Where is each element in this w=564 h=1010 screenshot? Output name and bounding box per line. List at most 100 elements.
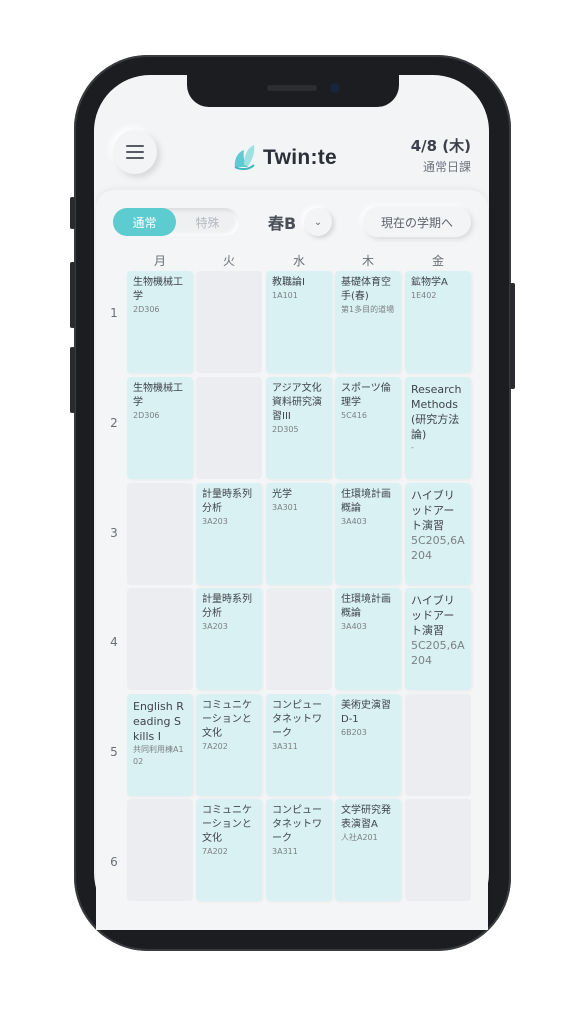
course-room: 3A403 <box>341 622 367 631</box>
hamburger-icon-line <box>126 157 144 159</box>
course-room: 6B203 <box>341 728 367 737</box>
empty-cell[interactable] <box>127 799 193 901</box>
course-name: ハイブリッドアート演習 <box>411 489 455 532</box>
hamburger-icon-line <box>126 151 144 153</box>
period-label: 5 <box>110 745 118 759</box>
empty-cell[interactable] <box>127 588 193 690</box>
course-cell[interactable]: 教職論I 1A101 <box>266 271 332 373</box>
course-name: 生物機械工学 <box>133 383 183 408</box>
course-cell[interactable]: 住環境計画概論 3A403 <box>335 483 401 585</box>
course-cell[interactable]: コミュニケーションと文化 7A202 <box>196 694 262 796</box>
menu-button[interactable] <box>113 130 157 174</box>
mode-special-option[interactable]: 特殊 <box>176 208 239 236</box>
course-name: コンピュータネットワーク <box>272 805 322 844</box>
course-cell[interactable]: コンピュータネットワーク 3A311 <box>266 694 332 796</box>
course-name: ハイブリッドアート演習 <box>411 594 455 637</box>
course-room: 1A101 <box>272 291 298 300</box>
course-cell[interactable]: 光学 3A301 <box>266 483 332 585</box>
course-cell[interactable]: 基礎体育空手(春) 第1多目的道場 <box>335 271 401 373</box>
current-term-button[interactable]: 現在の学期へ <box>363 207 471 237</box>
front-camera <box>330 83 340 93</box>
course-name: 光学 <box>272 489 292 500</box>
day-header-thu: 木 <box>361 254 374 268</box>
course-cell[interactable]: コンピュータネットワーク 3A311 <box>266 799 332 901</box>
empty-cell[interactable] <box>266 588 332 690</box>
course-cell[interactable]: 住環境計画概論 3A403 <box>335 588 401 690</box>
course-name: アジア文化資料研究演習III <box>272 383 322 422</box>
mute-switch <box>70 197 75 229</box>
course-room: 3A203 <box>202 622 228 631</box>
course-cell[interactable]: ハイブリッドアート演習 5C205,6A204 <box>405 483 471 585</box>
current-date: 4/8 (木) <box>410 137 471 155</box>
course-cell[interactable]: コミュニケーションと文化 7A202 <box>196 799 262 901</box>
course-room: 3A301 <box>272 503 298 512</box>
app-title: Twin:te <box>263 146 338 169</box>
course-room: - <box>411 443 414 452</box>
empty-cell[interactable] <box>127 483 193 585</box>
empty-cell[interactable] <box>405 799 471 901</box>
course-cell[interactable]: 計量時系列分析 3A203 <box>196 483 262 585</box>
hamburger-icon-line <box>126 145 144 147</box>
term-label: 春B <box>268 214 297 233</box>
day-header-fri: 金 <box>431 254 444 268</box>
period-label: 1 <box>110 306 118 320</box>
course-room: 3A311 <box>272 847 298 856</box>
twinte-logo-icon <box>234 145 255 171</box>
course-name: 基礎体育空手(春) <box>341 277 391 302</box>
course-name: コンピュータネットワーク <box>272 700 322 739</box>
course-cell[interactable]: Research Methods (研究方法論) - <box>405 377 471 479</box>
notch <box>187 75 399 107</box>
course-cell[interactable]: 美術史演習D-1 6B203 <box>335 694 401 796</box>
schedule-mode-toggle[interactable]: 通常 特殊 <box>113 208 239 236</box>
course-name: 教職論I <box>272 277 305 288</box>
course-name: Research Methods (研究方法論) <box>411 383 462 441</box>
course-name: English Reading Skills I <box>133 700 184 743</box>
power-button <box>510 283 515 389</box>
course-name: 鉱物学A <box>411 277 448 288</box>
course-cell[interactable]: アジア文化資料研究演習III 2D305 <box>266 377 332 479</box>
course-cell[interactable]: 生物機械工学 2D306 <box>127 377 193 479</box>
course-room: 3A203 <box>202 517 228 526</box>
volume-up-button <box>70 262 75 328</box>
empty-cell[interactable] <box>196 271 262 373</box>
day-header-tue: 火 <box>222 254 235 268</box>
course-cell[interactable]: 生物機械工学 2D306 <box>127 271 193 373</box>
course-cell[interactable]: ハイブリッドアート演習 5C205,6A204 <box>405 588 471 690</box>
course-cell[interactable]: 計量時系列分析 3A203 <box>196 588 262 690</box>
speaker <box>267 85 317 91</box>
course-name: 生物機械工学 <box>133 277 183 302</box>
chevron-down-icon: ⌄ <box>313 216 323 228</box>
course-room: 共同利用棟A102 <box>133 745 184 766</box>
course-room: 3A403 <box>341 517 367 526</box>
period-label: 6 <box>110 855 118 869</box>
course-name: 文学研究発表演習A <box>341 805 391 830</box>
course-cell[interactable]: 文学研究発表演習A 人社A201 <box>335 799 401 901</box>
empty-cell[interactable] <box>196 377 262 479</box>
course-cell[interactable]: スポーツ倫理学 5C416 <box>335 377 401 479</box>
course-room: 3A311 <box>272 742 298 751</box>
course-room: 5C205,6A204 <box>411 639 465 667</box>
day-header-mon: 月 <box>153 254 166 268</box>
course-name: 住環境計画概論 <box>341 489 391 514</box>
course-name: コミュニケーションと文化 <box>202 805 252 844</box>
day-header-wed: 水 <box>292 254 305 268</box>
course-cell[interactable]: 鉱物学A 1E402 <box>405 271 471 373</box>
course-room: 2D305 <box>272 425 299 434</box>
course-room: 2D306 <box>133 305 160 314</box>
course-name: 計量時系列分析 <box>202 594 252 619</box>
period-label: 4 <box>110 635 118 649</box>
term-dropdown-button[interactable]: ⌄ <box>304 208 332 236</box>
empty-cell[interactable] <box>405 694 471 796</box>
period-label: 3 <box>110 526 118 540</box>
course-room: 7A202 <box>202 742 228 751</box>
course-room: 5C205,6A204 <box>411 534 465 562</box>
course-room: 2D306 <box>133 411 160 420</box>
course-room: 第1多目的道場 <box>341 305 395 314</box>
course-cell[interactable]: English Reading Skills I 共同利用棟A102 <box>127 694 193 796</box>
mode-normal-option[interactable]: 通常 <box>113 208 176 236</box>
course-name: 計量時系列分析 <box>202 489 252 514</box>
course-name: スポーツ倫理学 <box>341 383 391 408</box>
course-room: 人社A201 <box>341 833 378 842</box>
course-name: 美術史演習D-1 <box>341 700 391 725</box>
course-room: 1E402 <box>411 291 437 300</box>
